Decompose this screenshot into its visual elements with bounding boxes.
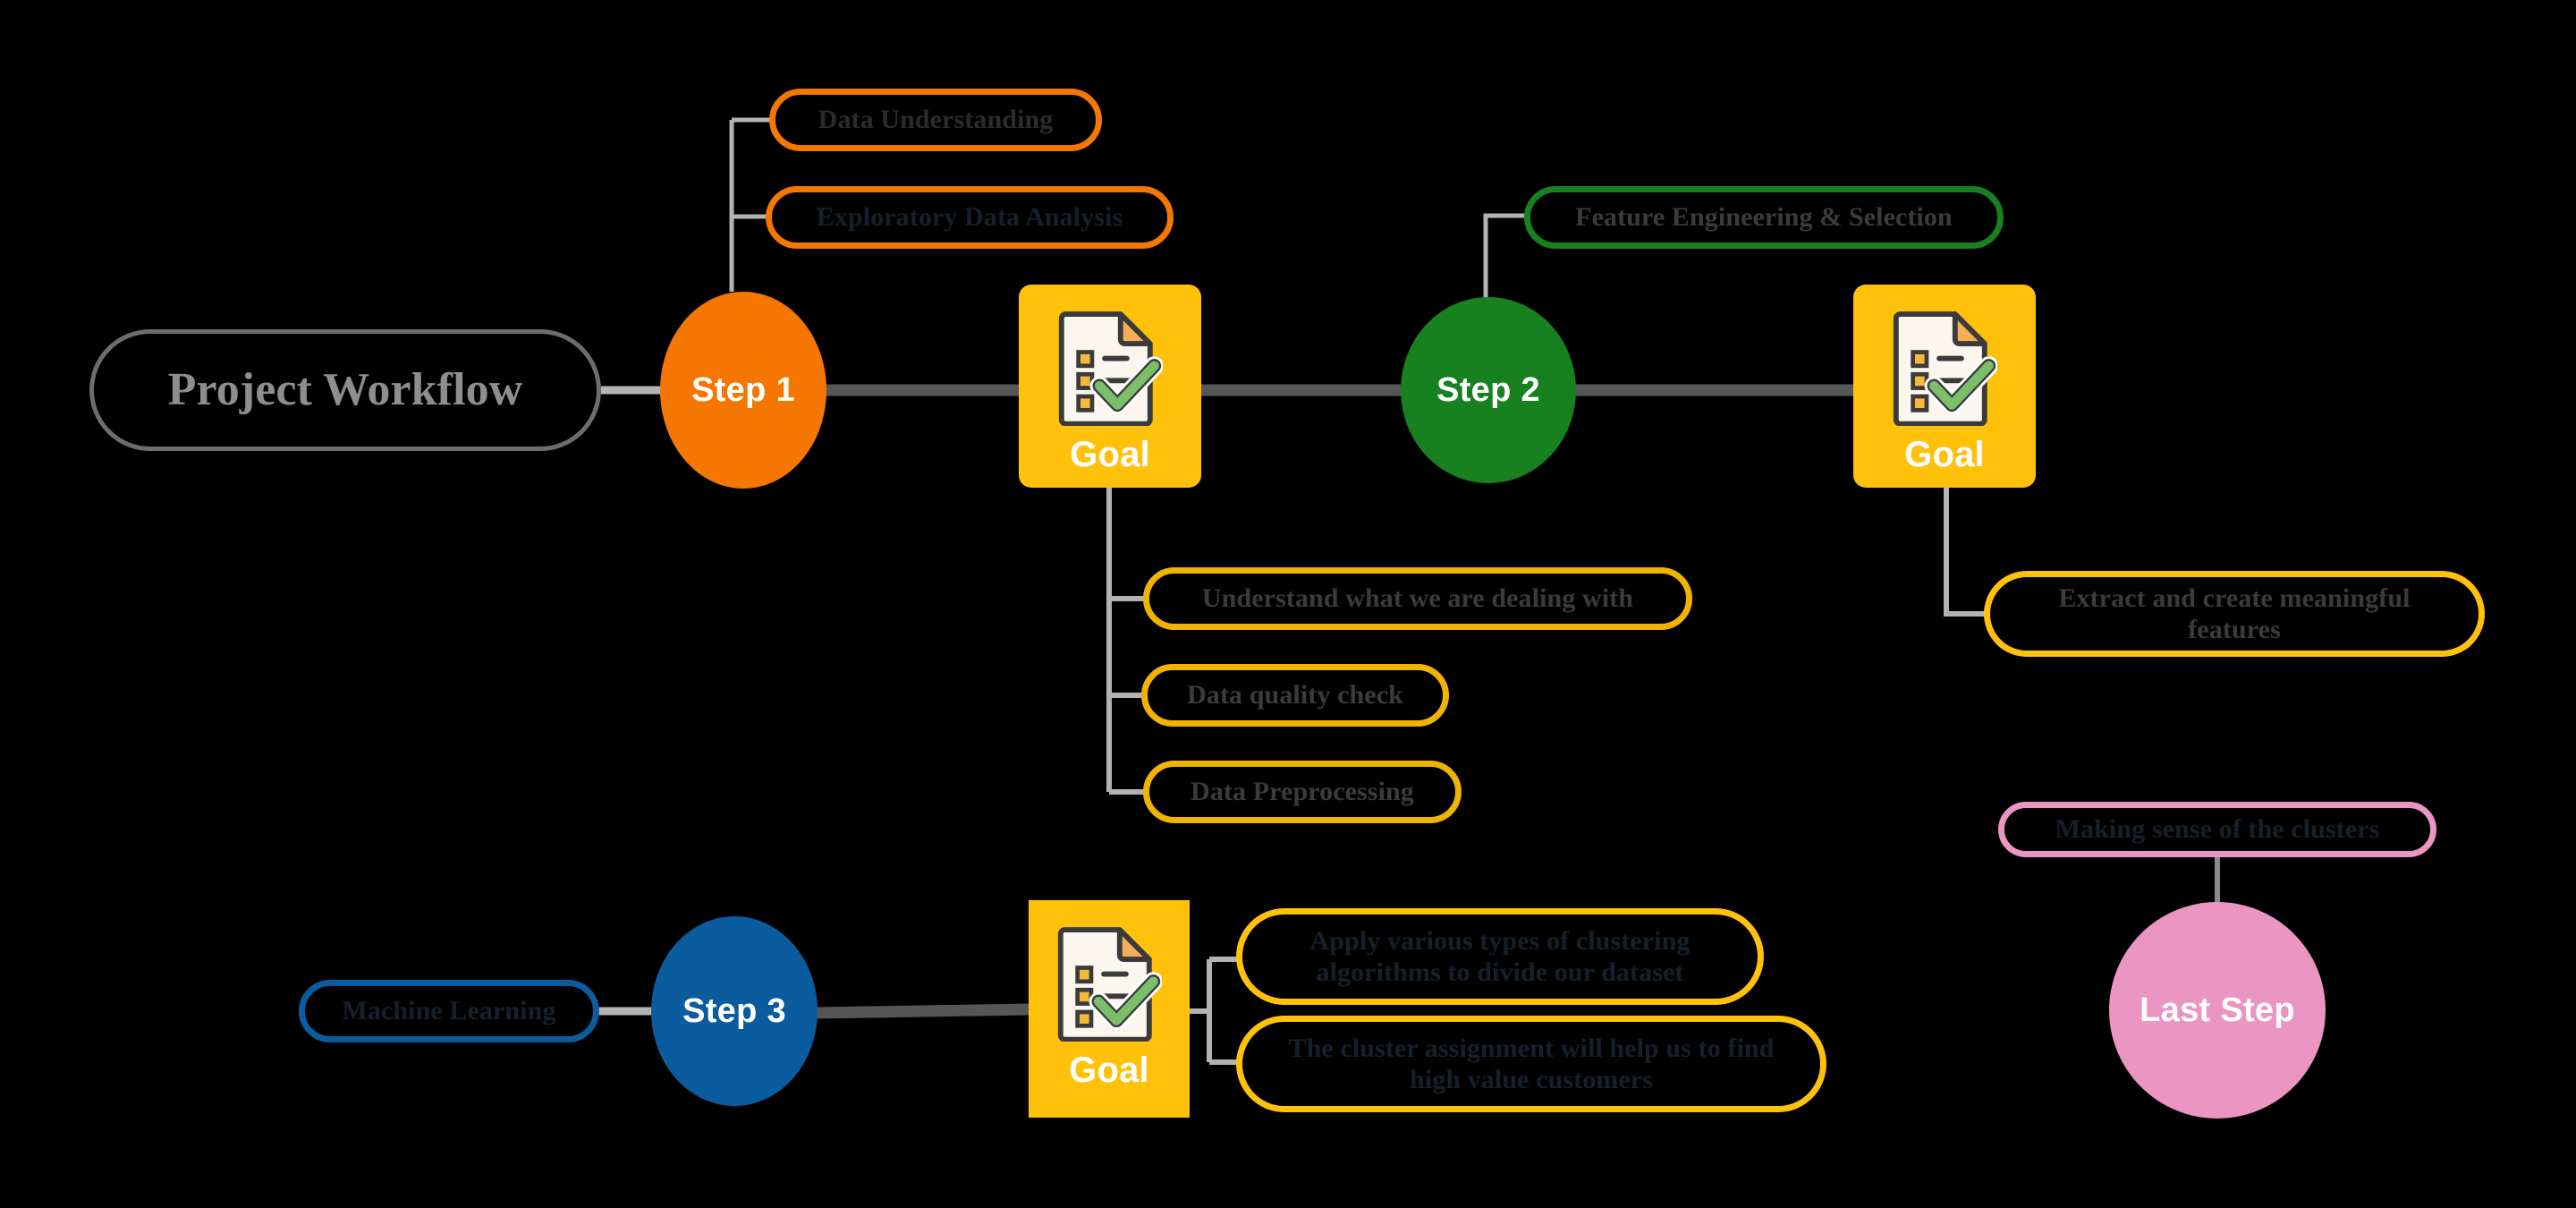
goal-item-label: Data quality check [1187,680,1403,710]
topic-pill-exploratory-data-analysis[interactable]: Exploratory Data Analysis [766,186,1174,249]
step-circle-last-step[interactable]: Last Step [2109,902,2326,1119]
root-node-project-workflow[interactable]: Project Workflow [89,329,601,451]
goal-item-label: Apply various types of clustering algori… [1309,925,1690,987]
goal-item-pill-data-quality-check[interactable]: Data quality check [1141,664,1449,727]
topic-pill-feature-engineering-and-selection[interactable]: Feature Engineering & Selection [1524,186,2004,249]
goal-item-pill-cluster-assignment-high-value-customers[interactable]: The cluster assignment will help us to f… [1236,1016,1826,1112]
checklist-document-icon [1893,311,1997,426]
topic-pill-machine-learning[interactable]: Machine Learning [299,980,599,1042]
goal-card-label: Goal [1069,1051,1149,1090]
step-circle-step2[interactable]: Step 2 [1401,297,1576,483]
goal-card-label: Goal [1070,435,1150,474]
step-circle-step3[interactable]: Step 3 [651,916,818,1106]
root-node-label: Project Workflow [167,364,523,416]
step-circle-step1[interactable]: Step 1 [660,292,826,489]
topic-pill-data-understanding[interactable]: Data Understanding [769,89,1102,151]
goal-item-pill-extract-and-create-meaningful-features[interactable]: Extract and create meaningful features [1984,571,2485,657]
step-circle-label-step1: Step 1 [691,370,795,409]
goal-card-goal1[interactable]: Goal [1019,285,1201,488]
edge-step2-topic-elbow [1483,213,1526,304]
topic-pill-label: Machine Learning [342,996,556,1026]
edge-goal2-item-elbow [1944,488,1987,617]
workflow-diagram-canvas: Project Workflow Step 1 Data Understandi… [0,0,2576,1208]
goal-card-goal3[interactable]: Goal [1029,900,1190,1118]
topic-pill-label: Data Understanding [818,105,1054,135]
checklist-document-icon [1057,927,1162,1042]
step-circle-label-step3: Step 3 [682,991,786,1030]
topic-pill-making-sense-of-the-clusters[interactable]: Making sense of the clusters [1998,802,2436,857]
goal-item-label: Data Preprocessing [1191,777,1414,807]
topic-pill-label: Feature Engineering & Selection [1575,202,1953,233]
goal-item-pill-understand-what-we-are-dealing-with[interactable]: Understand what we are dealing with [1143,567,1692,630]
goal-card-goal2[interactable]: Goal [1853,285,2036,488]
edge-step3-to-goal3 [815,1003,1031,1019]
goal-item-label: Extract and create meaningful features [2058,583,2411,644]
topic-pill-label: Exploratory Data Analysis [816,202,1123,233]
topic-pill-label: Making sense of the clusters [2055,814,2380,845]
goal-item-pill-apply-clustering-algorithms[interactable]: Apply various types of clustering algori… [1236,908,1764,1005]
goal-item-label: Understand what we are dealing with [1201,583,1634,614]
goal-card-label: Goal [1904,435,1985,474]
step-circle-label-last-step: Last Step [2140,991,2295,1029]
goal-item-label: The cluster assignment will help us to f… [1288,1033,1775,1094]
step-circle-label-step2: Step 2 [1436,370,1540,409]
checklist-document-icon [1058,311,1163,426]
goal-item-pill-data-preprocessing[interactable]: Data Preprocessing [1143,761,1462,823]
